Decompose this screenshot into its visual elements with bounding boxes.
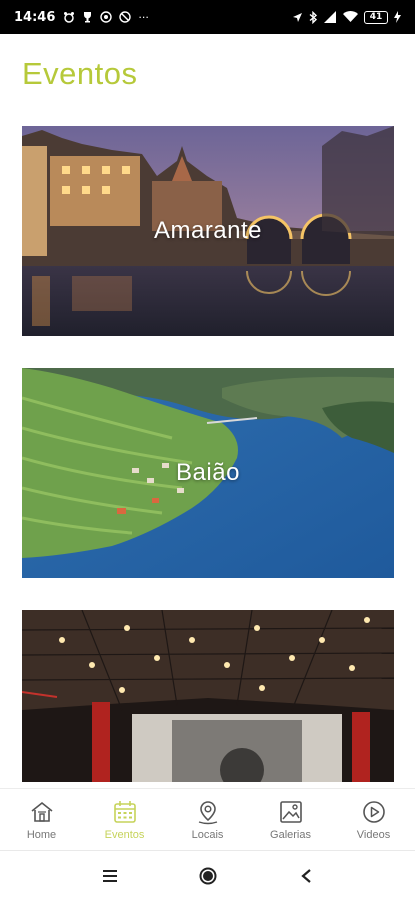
status-right: 41	[292, 10, 401, 24]
nav-item-galerias[interactable]: Galerias	[249, 789, 332, 850]
nav-label-home: Home	[26, 828, 57, 841]
nav-item-home[interactable]: Home	[0, 789, 83, 850]
signal-icon	[324, 11, 336, 23]
nav-label-galerias: Galerias	[270, 828, 311, 841]
status-left: 14:46 ···	[14, 10, 149, 25]
play-circle-icon	[362, 800, 385, 823]
trophy-icon	[84, 12, 92, 23]
battery-indicator: 41	[364, 10, 388, 24]
event-card-title: Baião	[176, 459, 240, 486]
nav-item-videos[interactable]: Videos	[332, 789, 415, 850]
status-bar: 14:46 ··· 41	[0, 0, 415, 34]
calendar-icon	[113, 800, 136, 823]
back-icon[interactable]	[292, 862, 320, 890]
nav-label-locais: Locais	[191, 828, 224, 841]
status-time: 14:46	[14, 9, 56, 25]
bluetooth-icon	[309, 10, 318, 24]
event-card-baiao[interactable]: Baião	[22, 368, 394, 578]
event-card-cinema[interactable]	[22, 610, 394, 782]
more-notifications-icon: ···	[138, 10, 149, 24]
system-navigation-bar	[0, 850, 415, 900]
home-circle-icon[interactable]	[194, 862, 222, 890]
alarm-icon	[64, 12, 75, 23]
notification-icons: ···	[63, 11, 149, 24]
wifi-icon	[343, 11, 358, 22]
home-icon	[31, 801, 52, 822]
nav-item-locais[interactable]: Locais	[166, 789, 249, 850]
event-image-cinema	[22, 610, 394, 782]
location-pin-icon	[198, 800, 217, 824]
bottom-navigation: Home Eventos Locais Galerias Videos	[0, 788, 415, 850]
blocked-icon	[119, 11, 132, 23]
charging-icon	[394, 11, 401, 23]
page-title: Eventos	[22, 56, 138, 91]
location-arrow-icon	[293, 12, 302, 22]
event-card-title: Amarante	[153, 217, 263, 244]
menu-icon[interactable]	[96, 862, 124, 890]
nav-label-videos: Videos	[356, 828, 391, 841]
image-gallery-icon	[279, 800, 302, 823]
nav-item-eventos[interactable]: Eventos	[83, 789, 166, 850]
nav-label-eventos: Eventos	[104, 828, 145, 841]
settings-circle-icon	[100, 11, 113, 23]
event-card-amarante[interactable]: Amarante	[22, 126, 394, 336]
